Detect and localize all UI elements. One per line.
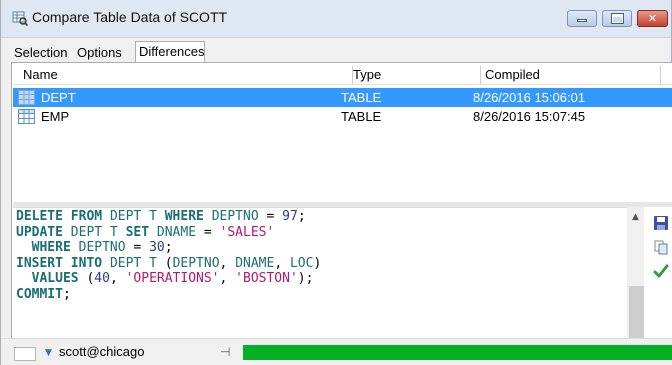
sql-line: DELETE FROM DEPT T WHERE DEPTNO = 97; [16, 209, 306, 224]
column-header-filler [661, 66, 672, 84]
chevron-down-icon[interactable]: ▼ [45, 348, 52, 358]
compare-window: Compare Table Data of SCOTT ✕ Selection … [0, 0, 672, 365]
row-compiled: 8/26/2016 15:06:01 [473, 90, 586, 105]
progress-bar [243, 345, 672, 360]
tab-differences[interactable]: Differences [135, 41, 205, 63]
tab-options[interactable]: Options [74, 44, 138, 62]
grid-header: Name Type Compiled [13, 65, 672, 85]
row-type: TABLE [341, 109, 382, 124]
title-bar[interactable]: Compare Table Data of SCOTT ✕ [1, 0, 671, 38]
column-header-type[interactable]: Type [349, 66, 481, 84]
table-icon [18, 109, 35, 124]
sql-line: INSERT INTO DEPT T (DEPTNO, DNAME, LOC) [16, 255, 322, 271]
save-icon[interactable] [653, 215, 669, 231]
sql-code: DELETE FROM DEPT T WHERE DEPTNO = 97; UP… [16, 209, 321, 302]
sql-line: WHERE DEPTNO = 30; [31, 240, 173, 255]
window-title: Compare Table Data of SCOTT [32, 9, 228, 25]
copy-icon[interactable] [653, 239, 669, 255]
pin-icon[interactable]: ⊣ [220, 345, 230, 359]
scroll-thumb[interactable] [629, 286, 644, 342]
table-row[interactable]: DEPT TABLE 8/26/2016 15:06:01 [13, 88, 672, 107]
close-icon: ✕ [647, 12, 658, 25]
minimize-icon [577, 19, 587, 22]
status-indicator [14, 347, 36, 361]
maximize-button[interactable] [602, 10, 632, 27]
sql-line: VALUES (40, 'OPERATIONS', 'BOSTON'); [31, 271, 314, 286]
column-header-compiled[interactable]: Compiled [481, 66, 661, 84]
sql-line: COMMIT; [16, 286, 71, 302]
sql-line: UPDATE DEPT T SET DNAME = 'SALES' [16, 224, 275, 240]
table-icon [18, 90, 35, 105]
close-button[interactable]: ✕ [637, 10, 668, 27]
apply-check-icon[interactable] [653, 263, 669, 279]
table-row[interactable]: EMP TABLE 8/26/2016 15:07:45 [13, 107, 672, 126]
row-compiled: 8/26/2016 15:07:45 [473, 109, 586, 124]
row-name: EMP [41, 109, 70, 124]
compare-table-icon [12, 11, 28, 26]
connection-label[interactable]: scott@chicago [59, 344, 144, 359]
column-header-name[interactable]: Name [19, 66, 353, 84]
minimize-button[interactable] [567, 10, 597, 27]
status-bar: ▼ scott@chicago ⊣ [1, 338, 672, 365]
scroll-up-icon[interactable]: ▲ [627, 210, 644, 224]
row-name: DEPT [41, 90, 76, 105]
tab-selection[interactable]: Selection [11, 44, 77, 62]
row-type: TABLE [341, 90, 382, 105]
maximize-icon [611, 13, 624, 24]
